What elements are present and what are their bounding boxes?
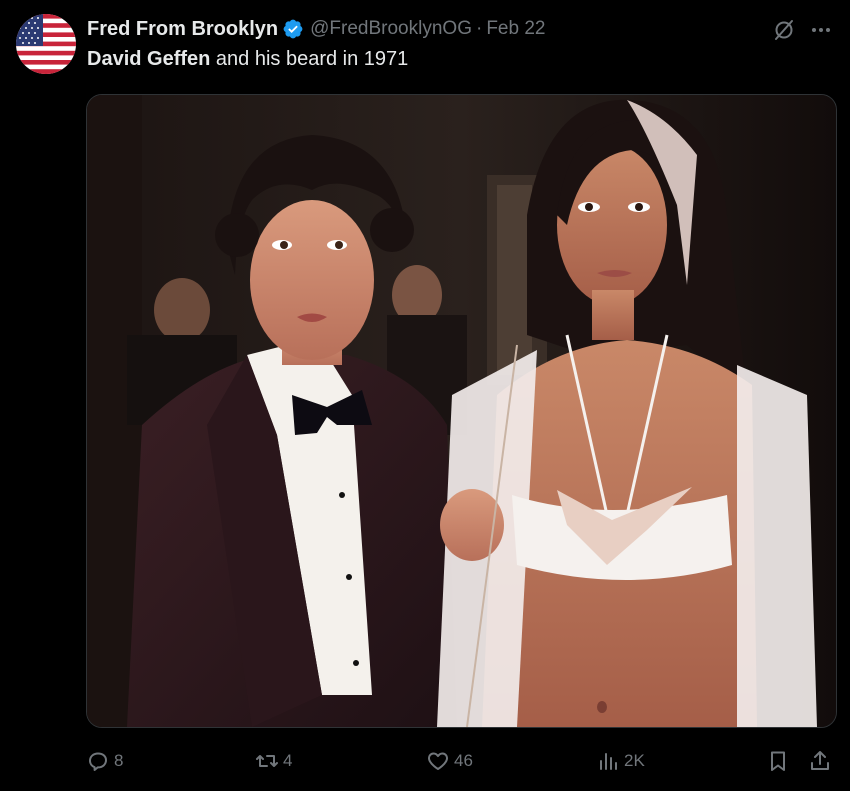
reply-count: 8 <box>114 751 124 770</box>
tweet-date[interactable]: Feb 22 <box>486 18 545 40</box>
grok-icon[interactable] <box>772 18 796 42</box>
reply-button[interactable]: 8 <box>86 744 123 778</box>
author-handle[interactable]: @FredBrooklynOG <box>310 18 472 40</box>
tweet-text-rest: and his beard in 1971 <box>210 48 409 70</box>
views-icon <box>600 753 617 770</box>
views-count: 2K <box>624 751 645 770</box>
reply-icon <box>89 752 107 771</box>
bookmark-icon <box>771 751 785 771</box>
author-display-name[interactable]: Fred From Brooklyn <box>87 18 278 41</box>
heart-icon <box>428 752 448 770</box>
like-count: 46 <box>454 751 473 770</box>
tweet-text-bold: David Geffen <box>87 48 211 70</box>
repost-icon <box>256 755 278 767</box>
us-flag-avatar-icon <box>16 14 76 74</box>
tweet-actions: 8 4 46 2K <box>0 744 850 778</box>
repost-button[interactable]: 4 <box>255 744 292 778</box>
repost-count: 4 <box>283 751 293 770</box>
tweet: Fred From Brooklyn @FredBrooklynOG · Feb… <box>0 0 850 791</box>
bookmark-button[interactable] <box>766 744 790 778</box>
share-icon <box>811 751 829 770</box>
tweet-header: Fred From Brooklyn @FredBrooklynOG · Feb… <box>87 16 545 42</box>
tweet-text: David Geffen and his beard in 1971 <box>87 48 408 71</box>
avatar[interactable] <box>16 14 76 74</box>
photo-illustration <box>87 95 836 727</box>
tweet-photo[interactable] <box>86 94 837 728</box>
like-button[interactable]: 46 <box>426 744 473 778</box>
separator-dot: · <box>475 18 483 39</box>
share-button[interactable] <box>808 744 832 778</box>
verified-badge-icon[interactable] <box>282 18 304 40</box>
views-button[interactable]: 2K <box>596 744 645 778</box>
more-options-icon[interactable] <box>806 18 836 42</box>
